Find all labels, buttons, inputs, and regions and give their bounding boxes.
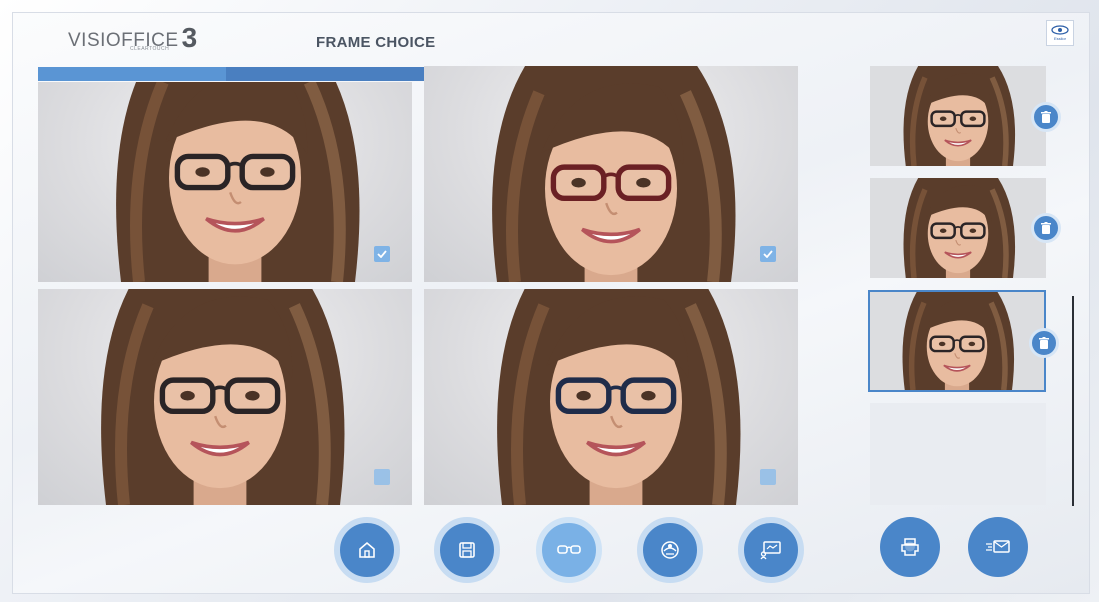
thumbnail-scrollbar[interactable] [1072,296,1074,506]
lens-icon [661,541,679,559]
print-button[interactable] [880,517,940,577]
eye-icon [1051,25,1069,35]
progress-fill [38,67,226,81]
portrait-image [902,292,1015,390]
delete-thumbnail-2-button[interactable] [1031,213,1061,243]
home-icon [359,541,375,558]
photo-frame-3[interactable] [38,289,412,505]
unchecked-checkbox[interactable] [760,469,776,485]
checkmark-icon [377,250,387,258]
portrait-image [116,82,360,282]
delete-thumbnail-3-button[interactable] [1029,328,1059,358]
page-title: FRAME CHOICE [316,34,436,51]
send-email-button[interactable] [968,517,1028,577]
portrait-image [903,178,1016,278]
save-icon [459,542,475,558]
empty-thumbnail-slot [870,403,1046,505]
glasses-icon [557,545,581,554]
unchecked-checkbox[interactable] [374,469,390,485]
trash-icon [1041,111,1051,123]
photo-frame-2[interactable] [424,66,798,282]
frame-choice-button[interactable] [536,517,602,583]
brand-badge-label: Essilor [1053,36,1066,41]
thumbnail-1[interactable] [870,66,1046,166]
lens-demo-button[interactable] [637,517,703,583]
photo-frame-4[interactable] [424,289,798,505]
photo-frame-1[interactable] [38,82,412,282]
portrait-image [903,66,1016,166]
portrait-image [497,289,741,505]
thumbnail-3[interactable] [868,290,1046,392]
save-button[interactable] [434,517,500,583]
checked-checkbox[interactable] [374,246,390,262]
logo-subtext: CLEARTOUCH [130,46,170,52]
thumbnail-2[interactable] [870,178,1046,278]
progress-bar [38,67,446,81]
print-icon [901,538,919,556]
presentation-button[interactable] [738,517,804,583]
checkmark-icon [763,250,773,258]
portrait-image [101,289,345,505]
delete-thumbnail-1-button[interactable] [1031,102,1061,132]
checked-checkbox[interactable] [760,246,776,262]
portrait-image [492,66,736,282]
logo-number: 3 [181,22,198,53]
home-button[interactable] [334,517,400,583]
app-logo: VISIOFFICE 3 CLEARTOUCH [68,22,198,53]
presentation-icon [760,541,781,560]
brand-badge[interactable]: Essilor [1046,20,1074,46]
trash-icon [1039,337,1049,349]
email-icon [986,540,1010,553]
trash-icon [1041,222,1051,234]
